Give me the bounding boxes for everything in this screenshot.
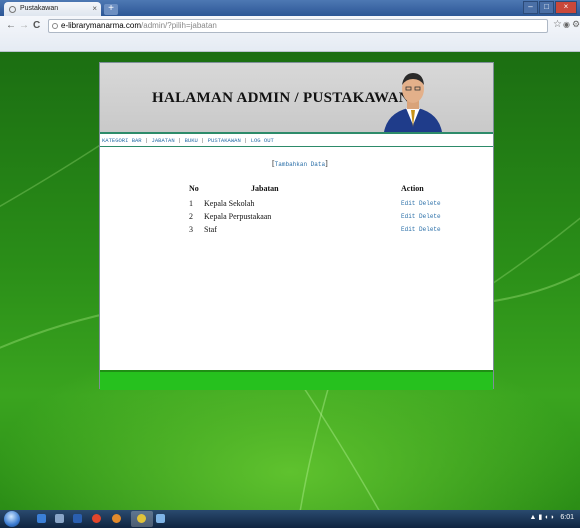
tab-title: Pustakawan [20, 5, 59, 12]
cell-jabatan: Staf [204, 225, 217, 234]
close-window-button[interactable]: × [555, 1, 577, 14]
url-path: /admin/?pilih=jabatan [141, 21, 217, 30]
url-host: e-librarymanarma.com [61, 21, 142, 30]
cell-no: 2 [189, 212, 193, 221]
chrome-icon [137, 514, 146, 523]
bookmark-star-icon[interactable]: ☆ [553, 19, 562, 30]
tab-close-icon[interactable]: × [92, 4, 97, 13]
edit-link[interactable]: Edit [401, 213, 415, 220]
ie-icon[interactable] [37, 514, 46, 523]
maximize-button[interactable]: □ [539, 1, 554, 14]
edit-link[interactable]: Edit [401, 226, 415, 233]
cell-no: 1 [189, 199, 193, 208]
start-button-icon[interactable] [4, 511, 20, 527]
menu-item-buku[interactable]: BUKU [185, 137, 198, 144]
menu-separator: | [244, 137, 248, 144]
add-data-label: Tambahkan Data [274, 161, 326, 168]
word-icon[interactable] [73, 514, 82, 523]
cell-action: Edit Delete [401, 199, 461, 212]
page-info-icon[interactable] [52, 23, 58, 29]
forward-button[interactable]: → [19, 20, 29, 31]
cell-action: Edit Delete [401, 225, 461, 238]
table-row: 2 Kepala Perpustakaan Edit Delete [189, 212, 461, 225]
menu-separator: | [177, 137, 182, 144]
menu-separator: | [201, 137, 205, 144]
app-icon[interactable] [156, 514, 165, 523]
column-header-action: Action [401, 184, 424, 193]
admin-portrait-image [384, 73, 442, 132]
menu-separator: | [144, 137, 149, 144]
header-banner: HALAMAN ADMIN / PUSTAKAWAN [100, 63, 493, 132]
browser-titlebar: Pustakawan × + – □ × [0, 0, 580, 16]
delete-link[interactable]: Delete [419, 200, 441, 207]
delete-link[interactable]: Delete [419, 226, 441, 233]
cell-action: Edit Delete [401, 212, 461, 225]
admin-panel: HALAMAN ADMIN / PUSTAKAWAN KATEGORI BAR … [99, 62, 494, 390]
new-tab-button[interactable]: + [104, 4, 118, 15]
jabatan-table: No Jabatan Action 1 Kepala Sekolah Edit … [189, 184, 461, 238]
minimize-button[interactable]: – [523, 1, 538, 14]
cell-jabatan: Kepala Perpustakaan [204, 212, 272, 221]
menu-divider [100, 146, 493, 147]
extension-icon[interactable]: ◉ [563, 20, 570, 29]
cell-no: 3 [189, 225, 193, 234]
admin-menu: KATEGORI BAR | JABATAN | BUKU | PUSTAKAW… [102, 137, 274, 144]
system-tray: ▲ ▮ ◖ ◗ 6:01 [529, 513, 574, 521]
back-button[interactable]: ← [6, 20, 16, 31]
wrench-menu-icon[interactable]: ⚙ [572, 19, 580, 30]
window-controls: – □ × [522, 1, 577, 14]
page-title: HALAMAN ADMIN / PUSTAKAWAN [152, 90, 410, 106]
column-header-no: No [189, 184, 199, 193]
edit-link[interactable]: Edit [401, 200, 415, 207]
column-header-jabatan: Jabatan [251, 184, 279, 193]
firefox-icon[interactable] [112, 514, 121, 523]
windows-taskbar: ▲ ▮ ◖ ◗ 6:01 [0, 510, 580, 528]
tray-icons[interactable]: ▲ ▮ ◖ ◗ [529, 514, 558, 521]
delete-link[interactable]: Delete [419, 213, 441, 220]
chrome-taskbar-button[interactable] [131, 511, 153, 527]
browser-toolbar: ← → C e-librarymanarma.com/admin/?pilih=… [0, 16, 580, 52]
page-favicon-icon [9, 6, 16, 13]
banner-divider [100, 132, 493, 134]
table-row: 1 Kepala Sekolah Edit Delete [189, 199, 461, 212]
footer-bar [100, 370, 493, 390]
add-data-link[interactable]: [Tambahkan Data] [272, 159, 328, 168]
table-row: 3 Staf Edit Delete [189, 225, 461, 238]
menu-item-pustakawan[interactable]: PUSTAKAWAN [208, 137, 241, 144]
reload-button[interactable]: C [33, 20, 40, 31]
menu-item-kategori[interactable]: KATEGORI BAR [102, 137, 142, 144]
clock[interactable]: 6:01 [560, 514, 574, 521]
menu-item-logout[interactable]: LOG OUT [251, 137, 274, 144]
address-bar[interactable]: e-librarymanarma.com/admin/?pilih=jabata… [48, 19, 548, 33]
menu-item-jabatan[interactable]: JABATAN [152, 137, 175, 144]
table-header-row: No Jabatan Action [189, 184, 461, 199]
cell-jabatan: Kepala Sekolah [204, 199, 255, 208]
media-icon[interactable] [92, 514, 101, 523]
browser-tab[interactable]: Pustakawan × [4, 2, 101, 16]
explorer-icon[interactable] [55, 514, 64, 523]
